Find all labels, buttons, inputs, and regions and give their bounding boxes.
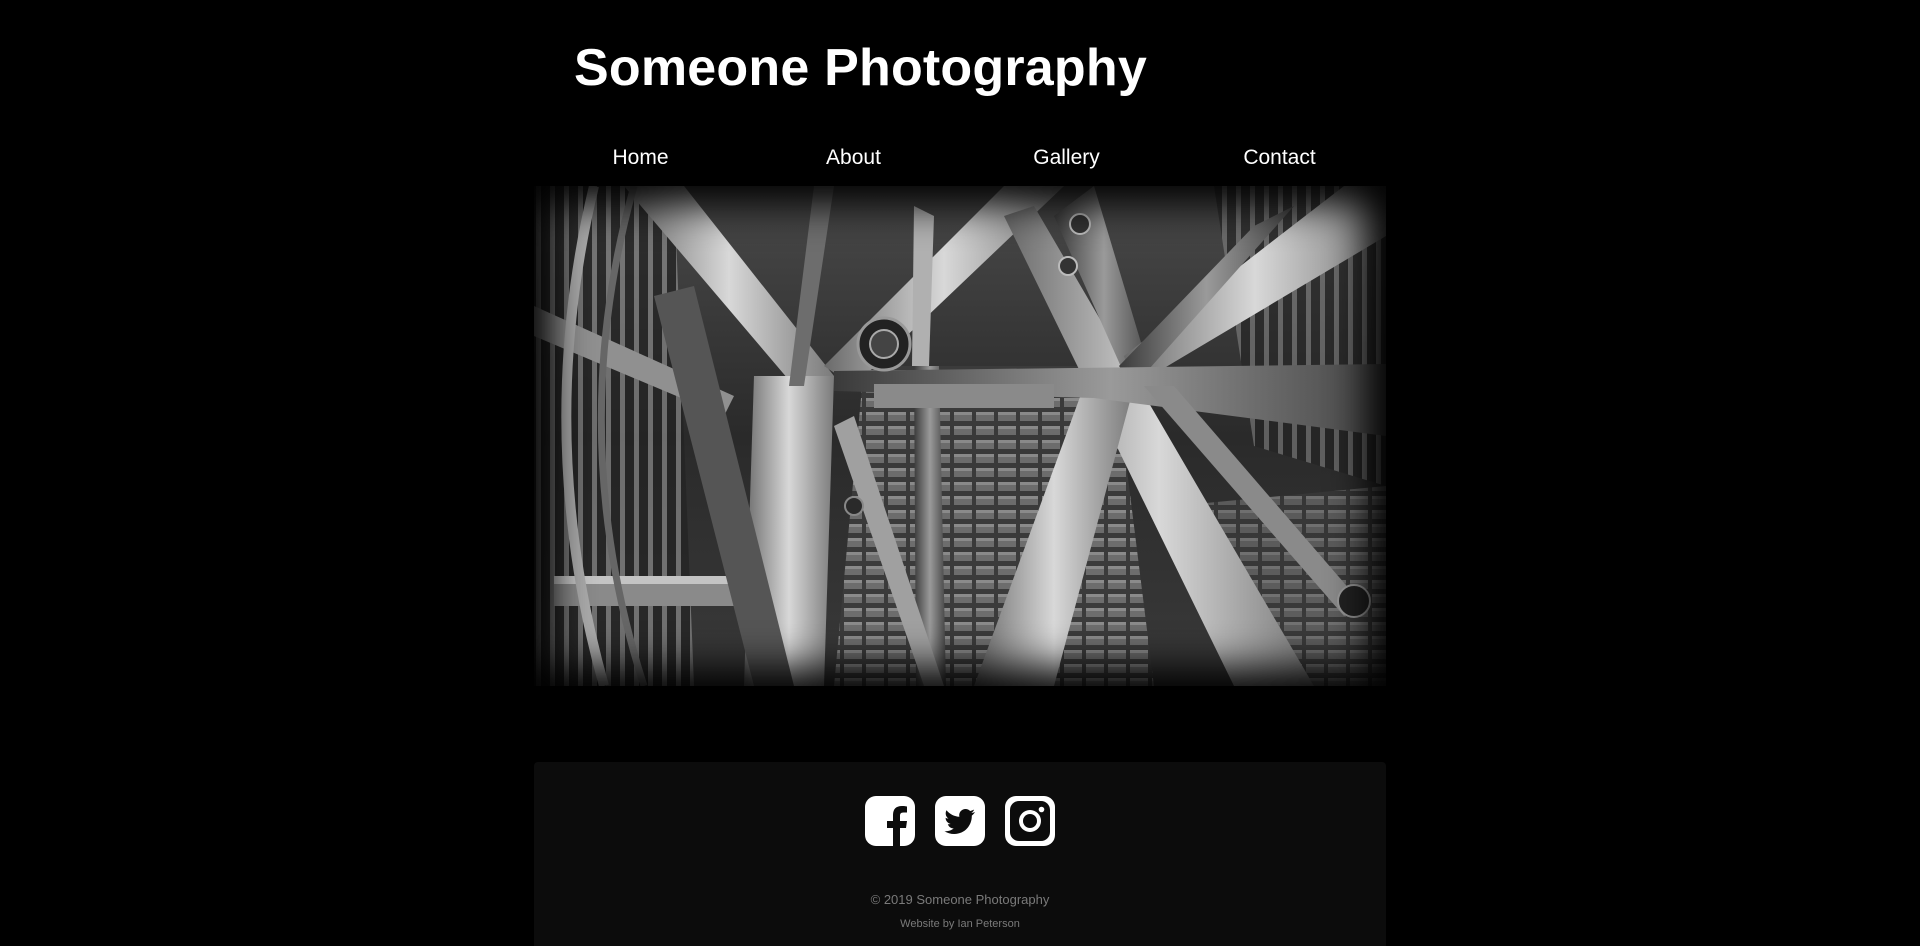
twitter-icon [935, 796, 985, 846]
steel-structure-photo [534, 186, 1386, 686]
nav-item-contact[interactable]: Contact [1173, 140, 1386, 176]
instagram-icon [1005, 796, 1055, 846]
nav-item-about[interactable]: About [747, 140, 960, 176]
credit-link[interactable]: Website by Ian Peterson [534, 918, 1386, 930]
facebook-icon [865, 796, 915, 846]
footer: © 2019 Someone Photography Website by Ia… [534, 762, 1386, 946]
nav-item-home[interactable]: Home [534, 140, 747, 176]
hero-image [534, 186, 1386, 686]
instagram-link[interactable] [1005, 796, 1055, 846]
site-title[interactable]: Someone Photography [574, 38, 1147, 98]
nav-item-gallery[interactable]: Gallery [960, 140, 1173, 176]
main-nav: Home About Gallery Contact [534, 140, 1386, 176]
page: Someone Photography Home About Gallery C… [0, 0, 1920, 946]
copyright-text: © 2019 Someone Photography [870, 892, 1050, 907]
facebook-link[interactable] [865, 796, 915, 846]
social-links [534, 796, 1386, 846]
twitter-link[interactable] [935, 796, 985, 846]
